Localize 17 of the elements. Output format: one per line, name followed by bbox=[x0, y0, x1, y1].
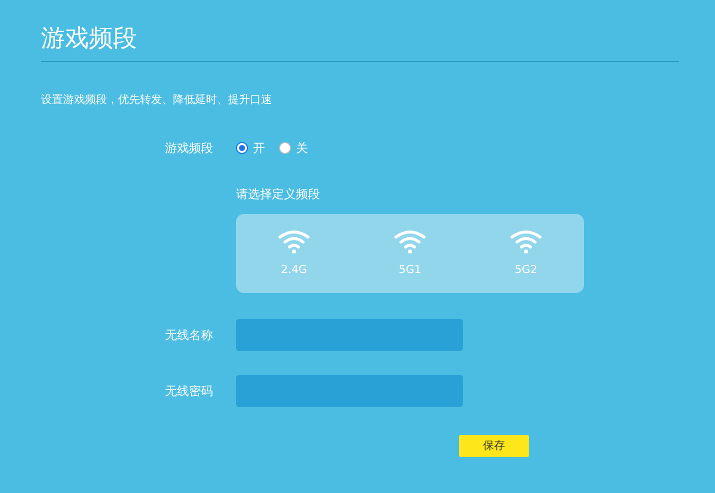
band-option[interactable]: 5G2 bbox=[468, 214, 584, 293]
wifi-icon bbox=[277, 228, 311, 254]
save-button[interactable]: 保存 bbox=[459, 435, 529, 457]
input-field[interactable] bbox=[236, 375, 463, 407]
page-title: 游戏频段 bbox=[41, 24, 138, 52]
wifi-icon bbox=[393, 228, 427, 254]
field-label: 无线密码 bbox=[165, 383, 214, 400]
toggle-label: 游戏频段 bbox=[165, 140, 214, 157]
description: 设置游戏频段，优先转发、降低延时、提升口速 bbox=[41, 92, 273, 108]
radio-option[interactable]: 开 bbox=[236, 139, 265, 157]
wifi-icon bbox=[509, 228, 543, 254]
band-option[interactable]: 2.4G bbox=[236, 214, 352, 293]
section-label: 请选择定义频段 bbox=[236, 186, 321, 202]
input-field[interactable] bbox=[236, 319, 463, 351]
field-label: 无线名称 bbox=[165, 327, 214, 344]
band-option[interactable]: 5G1 bbox=[352, 214, 468, 293]
radio-option[interactable]: 关 bbox=[279, 139, 308, 157]
